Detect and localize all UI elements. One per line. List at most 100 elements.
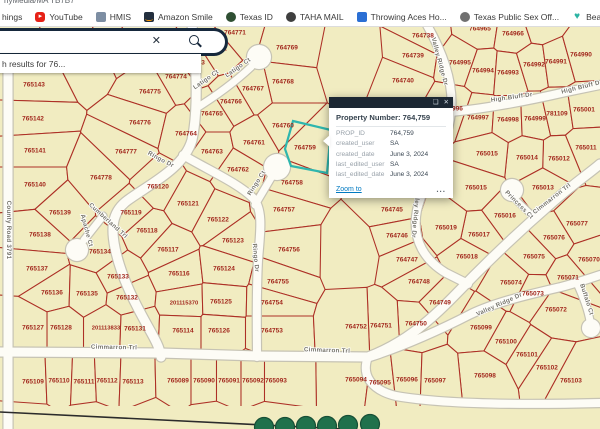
parcel-label[interactable]: 765015 (465, 184, 487, 191)
parcel-label[interactable]: 765072 (545, 306, 567, 313)
parcel-label[interactable]: 765019 (435, 224, 457, 231)
parcel-label[interactable]: 764767 (242, 85, 264, 92)
parcel-label[interactable]: 765099 (470, 324, 492, 331)
bookmark-item[interactable]: Throwing Aces Ho... (357, 12, 447, 22)
parcel-label[interactable]: 764994 (472, 67, 494, 74)
parcel-label[interactable]: 764762 (227, 166, 249, 173)
parcel-label[interactable]: 765074 (500, 279, 522, 286)
parcel-label[interactable]: 765013 (532, 184, 554, 191)
parcel-label[interactable]: 765112 (96, 377, 118, 384)
parcel-label[interactable]: 764755 (267, 278, 289, 285)
close-icon[interactable]: ✕ (444, 97, 449, 108)
popup-more-button[interactable]: ... (436, 185, 446, 194)
parcel-label[interactable]: 765128 (50, 324, 72, 331)
parcel-label[interactable]: 765077 (566, 220, 588, 227)
bookmark-item[interactable]: Texas Public Sex Off... (460, 12, 559, 22)
parcel-label[interactable]: 765121 (177, 200, 199, 207)
bookmark-item[interactable]: HMIS (96, 12, 131, 22)
parcel-label[interactable]: 765093 (265, 377, 287, 384)
parcel-label[interactable]: 765101 (516, 351, 538, 358)
parcel-label[interactable]: 764769 (276, 44, 298, 51)
parcel-label[interactable]: 765018 (456, 253, 478, 260)
parcel-label[interactable]: 765017 (468, 231, 490, 238)
parcel-label[interactable]: 764990 (570, 51, 592, 58)
parcel-label[interactable]: 764763 (201, 148, 223, 155)
parcel-label[interactable]: 765113 (122, 378, 144, 385)
parcel-label[interactable]: 765118 (136, 227, 158, 234)
parcel-label[interactable]: 764991 (545, 58, 567, 65)
parcel-label[interactable]: 765015 (476, 150, 498, 157)
parcel-label[interactable]: 765125 (210, 298, 232, 305)
bookmark-item[interactable]: Texas ID (226, 12, 273, 22)
parcel-label[interactable]: 764765 (201, 110, 223, 117)
green-point-marker[interactable] (339, 416, 358, 429)
parcel-label[interactable]: 765016 (494, 212, 516, 219)
parcel-label[interactable]: 764761 (243, 139, 265, 146)
parcel-label[interactable]: 765071 (557, 274, 579, 281)
parcel-label[interactable]: 764740 (392, 77, 414, 84)
parcel-label[interactable]: 764745 (381, 206, 403, 213)
parcel-label[interactable]: 765103 (560, 377, 582, 384)
parcel-label[interactable]: 765110 (48, 377, 70, 384)
parcel-label[interactable]: 765138 (29, 231, 51, 238)
bookmark-item[interactable]: Amazon Smile (144, 12, 213, 22)
parcel-label[interactable]: 781109 (546, 110, 568, 117)
parcel-label[interactable]: 764766 (220, 98, 242, 105)
parcel-label[interactable]: 765091 (218, 377, 240, 384)
bookmark-item[interactable]: TAHA MAIL (286, 12, 344, 22)
parcel-label[interactable]: 765011 (575, 144, 597, 151)
parcel-label[interactable]: 764748 (408, 278, 430, 285)
parcel-label[interactable]: 765117 (157, 246, 179, 253)
parcel-label[interactable]: 765073 (522, 290, 544, 297)
parcel-label[interactable]: 764756 (278, 246, 300, 253)
parcel-label[interactable]: 765001 (573, 106, 595, 113)
clear-search-icon[interactable]: ✕ (152, 34, 161, 47)
parcel-label[interactable]: 764760 (272, 122, 294, 129)
map-search-input[interactable]: ✕ (0, 28, 228, 56)
parcel-label[interactable]: 765075 (523, 253, 545, 260)
parcel-label[interactable]: 765131 (124, 325, 146, 332)
parcel-label[interactable]: 765120 (147, 183, 169, 190)
parcel-label[interactable]: 764995 (449, 59, 471, 66)
parcel-label[interactable]: 765133 (107, 273, 129, 280)
parcel-label[interactable]: 765014 (516, 154, 538, 161)
parcel-label[interactable]: 764774 (165, 73, 187, 80)
parcel-label[interactable]: 765143 (23, 81, 45, 88)
parcel-label[interactable]: 764768 (272, 78, 294, 85)
parcel-label[interactable]: 765089 (167, 377, 189, 384)
parcel-label[interactable]: 764746 (386, 232, 408, 239)
parcel-label[interactable]: 764759 (294, 144, 316, 151)
parcel-label[interactable]: 764999 (524, 115, 546, 122)
parcel-label[interactable]: 765090 (193, 377, 215, 384)
parcel-label[interactable]: 765136 (41, 289, 63, 296)
parcel-label[interactable]: 765102 (536, 364, 558, 371)
parcel-label[interactable]: 764771 (224, 29, 246, 36)
parcel-label[interactable]: 765119 (120, 209, 142, 216)
parcel-cell[interactable] (313, 287, 369, 352)
parcel-label[interactable]: 765097 (424, 377, 446, 384)
parcel-label[interactable]: 764998 (497, 116, 519, 123)
parcel-label[interactable]: 765116 (168, 270, 190, 277)
parcel-label[interactable]: 765123 (222, 237, 244, 244)
parcel-label[interactable]: 765109 (22, 378, 44, 385)
parcel-label[interactable]: 764753 (261, 327, 283, 334)
parcel-label[interactable]: 765126 (208, 327, 230, 334)
parcel-label[interactable]: 764775 (139, 88, 161, 95)
parcel-label[interactable]: 764997 (467, 114, 489, 121)
parcel-label[interactable]: 765134 (89, 248, 111, 255)
zoom-to-link[interactable]: Zoom to (336, 186, 362, 193)
parcel-label[interactable]: 765114 (172, 327, 194, 334)
parcel-label[interactable]: 764764 (175, 130, 197, 137)
parcel-label[interactable]: 765111 (74, 378, 95, 385)
dock-icon[interactable]: ❏ (433, 97, 439, 108)
parcel-label[interactable]: 765096 (396, 376, 418, 383)
search-results-dropdown[interactable]: h results for 76... (0, 54, 201, 73)
parcel-label[interactable]: 201115370 (170, 300, 198, 306)
parcel-label[interactable]: 765124 (213, 265, 235, 272)
parcel-label[interactable]: 764776 (129, 119, 151, 126)
parcel-label[interactable]: 765092 (242, 377, 264, 384)
parcel-label[interactable]: 765127 (22, 324, 44, 331)
parcel-label[interactable]: 764750 (405, 320, 427, 327)
parcel-label[interactable]: 765070 (578, 256, 600, 263)
parcel-label[interactable]: 764777 (115, 148, 137, 155)
